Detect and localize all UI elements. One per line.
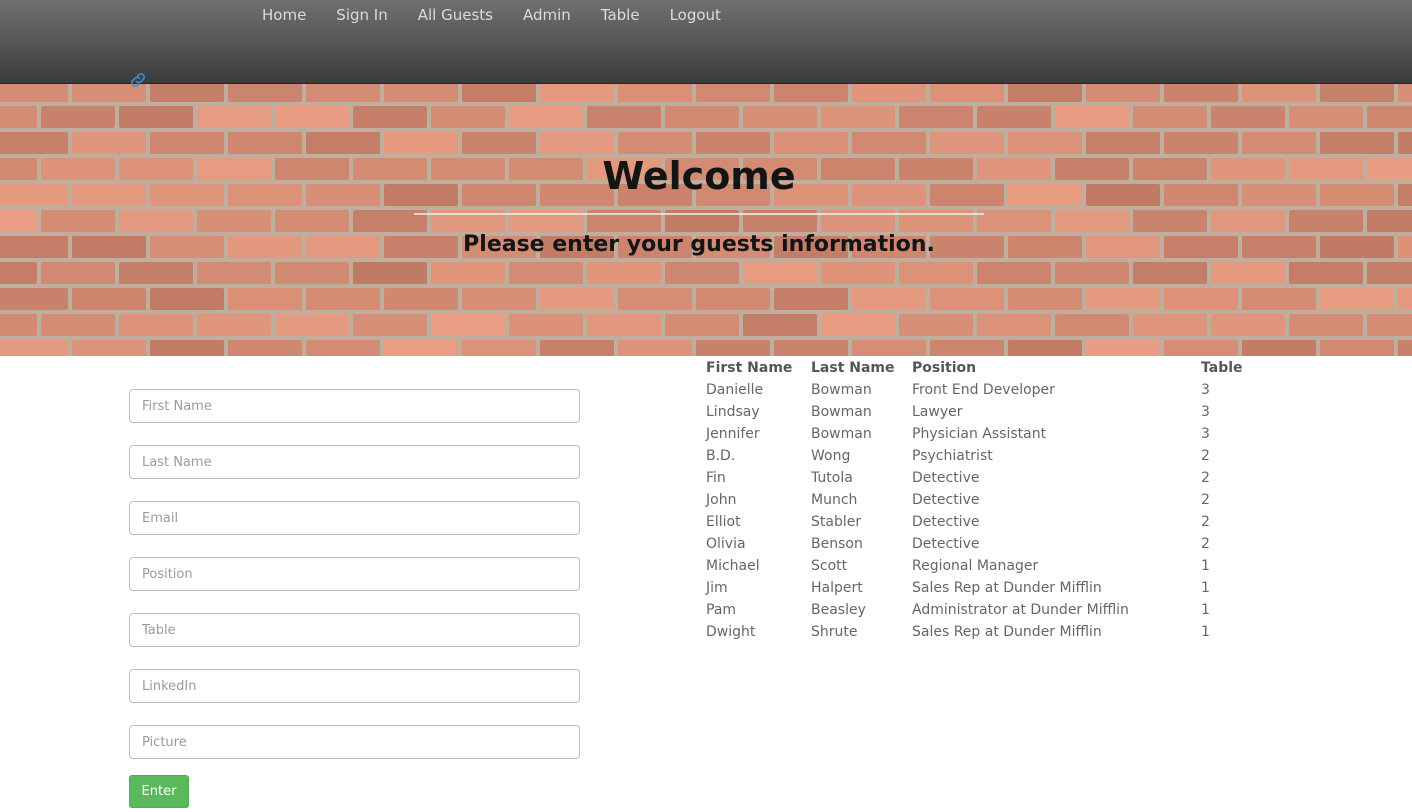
- guest-form: Enter: [129, 389, 580, 808]
- table-row: Dwight Shrute Sales Rep at Dunder Mifflin 1: [706, 621, 1261, 643]
- position-input[interactable]: [129, 557, 580, 591]
- table-header-row: First Name Last Name Position Table: [706, 357, 1261, 379]
- nav-logout-link[interactable]: Logout: [655, 5, 736, 25]
- first-name-cell: Fin: [706, 470, 726, 486]
- position-cell: Physician Assistant: [912, 426, 1047, 442]
- last-name-cell: Stabler: [811, 514, 862, 530]
- table-cell: 1: [1201, 624, 1210, 640]
- navbar: Home Sign In All Guests Admin Table Logo…: [0, 0, 1412, 84]
- table-cell: 3: [1201, 382, 1210, 398]
- position-cell: Psychiatrist: [912, 448, 993, 464]
- enter-button[interactable]: Enter: [129, 775, 189, 808]
- table-cell: 2: [1201, 470, 1210, 486]
- nav-admin-link[interactable]: Admin: [508, 5, 586, 25]
- position-cell: Detective: [912, 470, 980, 486]
- last-name-cell: Wong: [811, 448, 851, 464]
- table-row: Michael Scott Regional Manager 1: [706, 555, 1261, 577]
- last-name-cell: Benson: [811, 536, 863, 552]
- table-row: Pam Beasley Administrator at Dunder Miffli…: [706, 599, 1261, 621]
- link-icon[interactable]: [128, 70, 148, 90]
- table-row: B.D. Wong Psychiatrist 2: [706, 445, 1261, 467]
- welcome-heading: Welcome: [602, 154, 796, 198]
- hero-banner: Welcome Please enter your guests informa…: [0, 84, 1412, 356]
- first-name-cell: Dwight: [706, 624, 756, 640]
- first-name-cell: Elliot: [706, 514, 741, 530]
- header-last-name: Last Name: [811, 360, 895, 376]
- position-cell: Regional Manager: [912, 558, 1039, 574]
- first-name-cell: Michael: [706, 558, 760, 574]
- first-name-cell: Jennifer: [706, 426, 760, 442]
- table-row: Lindsay Bowman Lawyer 3: [706, 401, 1261, 423]
- first-name-cell: Olivia: [706, 536, 746, 552]
- last-name-cell: Bowman: [811, 382, 872, 398]
- table-row: Jennifer Bowman Physician Assistant 3: [706, 423, 1261, 445]
- header-position: Position: [912, 360, 977, 376]
- header-first-name: First Name: [706, 360, 793, 376]
- table-row: Olivia Benson Detective 2: [706, 533, 1261, 555]
- table-cell: 1: [1201, 558, 1210, 574]
- table-cell: 1: [1201, 580, 1210, 596]
- last-name-cell: Munch: [811, 492, 858, 508]
- position-cell: Sales Rep at Dunder Mifflin: [912, 580, 1102, 596]
- first-name-cell: Pam: [706, 602, 737, 618]
- first-name-input[interactable]: [129, 389, 580, 423]
- last-name-input[interactable]: [129, 445, 580, 479]
- position-cell: Front End Developer: [912, 382, 1055, 398]
- last-name-cell: Halpert: [811, 580, 863, 596]
- nav-table-link[interactable]: Table: [586, 5, 655, 25]
- table-cell: 1: [1201, 602, 1210, 618]
- hero-subtitle: Please enter your guests information.: [463, 232, 935, 257]
- guest-rows: Danielle Bowman Front End Developer 3 Lindsa…: [706, 379, 1261, 643]
- table-cell: 2: [1201, 492, 1210, 508]
- table-row: Fin Tutola Detective 2: [706, 467, 1261, 489]
- nav-links: Home Sign In All Guests Admin Table Logo…: [247, 5, 736, 25]
- first-name-cell: B.D.: [706, 448, 736, 464]
- last-name-cell: Bowman: [811, 404, 872, 420]
- header-table: Table: [1201, 360, 1243, 376]
- first-name-cell: John: [706, 492, 737, 508]
- picture-input[interactable]: [129, 725, 580, 759]
- position-cell: Sales Rep at Dunder Mifflin: [912, 624, 1102, 640]
- last-name-cell: Bowman: [811, 426, 872, 442]
- nav-sign-in-link[interactable]: Sign In: [321, 5, 402, 25]
- position-cell: Detective: [912, 492, 980, 508]
- nav-all-guests-link[interactable]: All Guests: [403, 5, 508, 25]
- brick-wall-background: [0, 84, 1412, 356]
- first-name-cell: Danielle: [706, 382, 764, 398]
- linkedin-input[interactable]: [129, 669, 580, 703]
- nav-home-link[interactable]: Home: [247, 5, 321, 25]
- table-input[interactable]: [129, 613, 580, 647]
- table-cell: 3: [1201, 426, 1210, 442]
- table-cell: 3: [1201, 404, 1210, 420]
- table-cell: 2: [1201, 514, 1210, 530]
- table-row: Danielle Bowman Front End Developer 3: [706, 379, 1261, 401]
- position-cell: Detective: [912, 536, 980, 552]
- first-name-cell: Lindsay: [706, 404, 760, 420]
- position-cell: Administrator at Dunder Mifflin: [912, 602, 1129, 618]
- table-row: Jim Halpert Sales Rep at Dunder Mifflin 1: [706, 577, 1261, 599]
- table-cell: 2: [1201, 448, 1210, 464]
- table-cell: 2: [1201, 536, 1210, 552]
- table-row: John Munch Detective 2: [706, 489, 1261, 511]
- last-name-cell: Tutola: [811, 470, 853, 486]
- position-cell: Detective: [912, 514, 980, 530]
- last-name-cell: Beasley: [811, 602, 866, 618]
- guest-table: First Name Last Name Position Table Dani…: [706, 357, 1261, 643]
- last-name-cell: Shrute: [811, 624, 858, 640]
- table-row: Elliot Stabler Detective 2: [706, 511, 1261, 533]
- hero-divider: [414, 213, 984, 215]
- position-cell: Lawyer: [912, 404, 963, 420]
- first-name-cell: Jim: [706, 580, 728, 596]
- last-name-cell: Scott: [811, 558, 848, 574]
- email-input[interactable]: [129, 501, 580, 535]
